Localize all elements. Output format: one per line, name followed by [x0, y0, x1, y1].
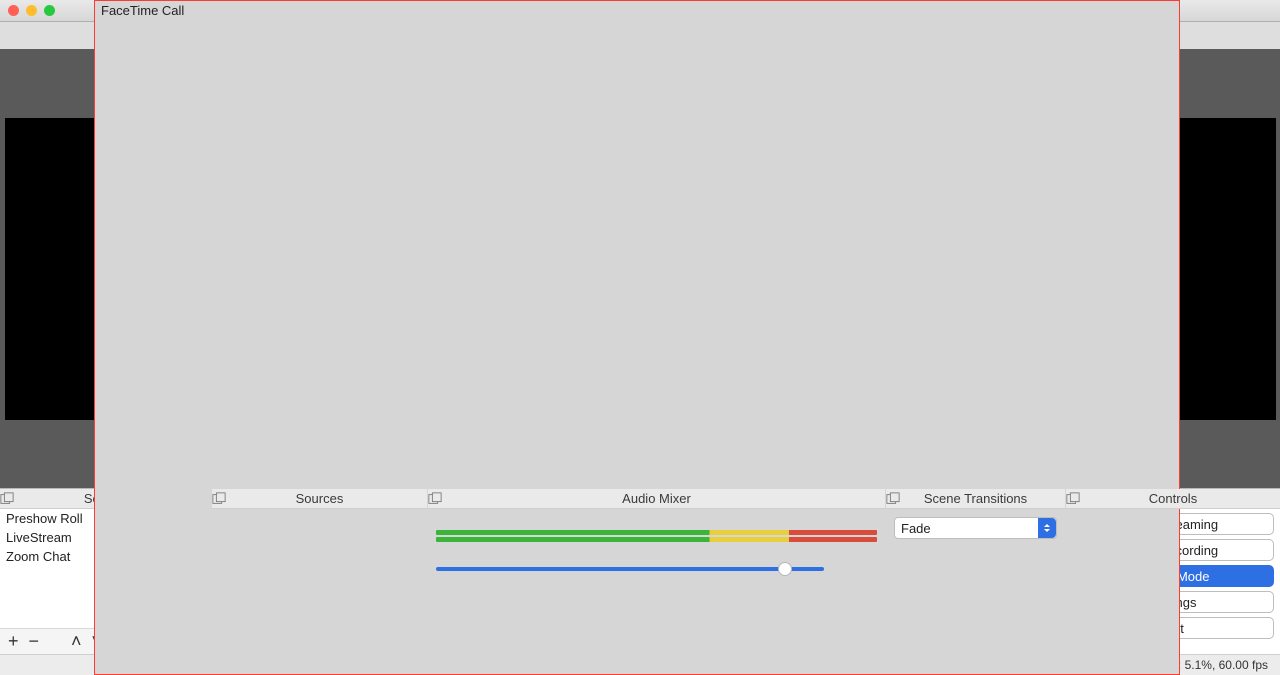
sources-title: Sources: [212, 491, 427, 506]
audio-meter: [436, 530, 877, 535]
docks: Scenes Preshow RollLiveStreamZoom ChatFa…: [0, 488, 1280, 654]
move-up-icon[interactable]: ˄: [71, 631, 82, 652]
scenes-dock: Scenes Preshow RollLiveStreamZoom ChatFa…: [0, 489, 212, 654]
remove-icon[interactable]: −: [29, 631, 40, 652]
controls-title: Controls: [1066, 491, 1280, 506]
scenes-list[interactable]: Preshow RollLiveStreamZoom ChatFaceTime …: [0, 509, 211, 628]
audio-meter: [436, 537, 877, 542]
mixer-title: Audio Mixer: [428, 491, 885, 506]
add-icon[interactable]: +: [8, 631, 19, 652]
transition-select[interactable]: Fade: [894, 517, 1057, 539]
transitions-title: Scene Transitions: [886, 491, 1065, 506]
scene-item[interactable]: FaceTime Call: [94, 509, 211, 628]
volume-slider[interactable]: [436, 567, 824, 571]
